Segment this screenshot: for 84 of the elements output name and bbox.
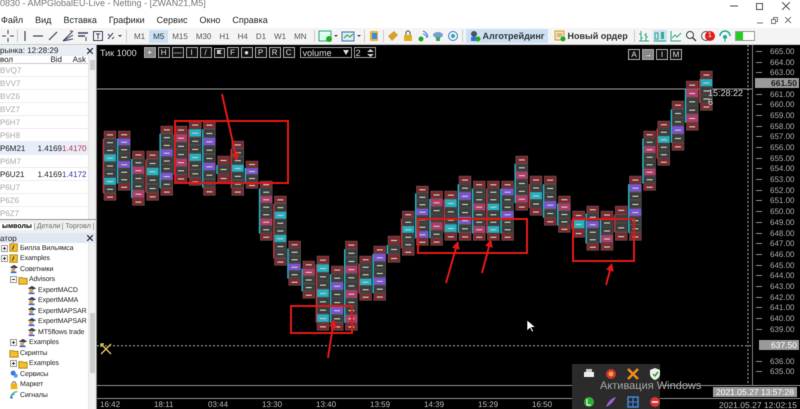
price-label: 649.00 (770, 218, 794, 227)
price-label: 636.00 (770, 356, 794, 366)
price-label: 661.00 (770, 90, 794, 99)
timeframe-button[interactable]: H4 (234, 30, 252, 42)
tool-button[interactable]: F (226, 47, 239, 58)
tool-button[interactable]: P (254, 47, 267, 58)
price-label: 643.00 (770, 282, 794, 291)
algo-trading-button[interactable]: Алготрейдинг (466, 29, 548, 43)
timeframe-button[interactable]: M15 (168, 30, 192, 42)
price-label: 642.00 (770, 292, 794, 302)
price-label: 656.00 (770, 143, 794, 152)
tool-button[interactable]: + (144, 47, 156, 58)
timeframe-button[interactable]: M30 (192, 30, 216, 42)
time-label: 15:29 (478, 400, 500, 409)
tool-button[interactable]: — (172, 47, 184, 58)
time-label: 13:40 (316, 400, 338, 409)
time-label: 14:39 (424, 400, 446, 409)
time-label: 16:42 (100, 400, 122, 409)
time-label: 03:44 (208, 400, 230, 409)
menu-item[interactable]: Сервис (156, 15, 196, 25)
price-label: 663.00 (770, 68, 794, 78)
time-label: 2021.05.27 12:02:15 (719, 400, 797, 409)
timeframe-button[interactable]: MN (290, 30, 311, 42)
bar-time: 15:28:22 (708, 88, 744, 98)
price-label: 648.00 (770, 228, 794, 238)
corner-button[interactable]: I (656, 49, 668, 60)
time-label: 13:30 (262, 400, 284, 409)
price-label: 664.00 (770, 58, 794, 67)
price-label: 647.00 (770, 239, 794, 248)
menu-item[interactable]: Графики (108, 15, 154, 25)
time-label: 13:59 (370, 400, 392, 409)
tool-button[interactable]: C (282, 47, 295, 58)
current-price-label: 661.50 (755, 78, 799, 88)
price-label: 653.00 (770, 175, 794, 184)
time-label: 18:11 (154, 400, 174, 409)
menu-item[interactable]: Файл (0, 15, 32, 25)
price-label: 645.00 (770, 260, 794, 270)
price-label: 650.00 (770, 207, 794, 216)
price-label: 646.00 (770, 250, 794, 259)
price-label: 658.00 (770, 122, 794, 131)
price-label: 644.00 (770, 271, 794, 280)
menu-item[interactable]: Справка (231, 15, 277, 25)
price-label: 659.00 (770, 110, 794, 120)
symbol-row[interactable]: P6M21 1.41691.4170 (0, 142, 88, 155)
timeframe-button[interactable]: M5 (149, 30, 168, 42)
new-order-button[interactable]: Новый ордер (550, 29, 631, 43)
tool-button[interactable]: R (268, 47, 281, 58)
price-label: 657.00 (770, 132, 794, 142)
corner-button[interactable]: → (642, 49, 654, 60)
tool-button[interactable]: / (200, 47, 212, 58)
menu-item[interactable]: Вид (34, 15, 60, 25)
timeframe-button[interactable]: D1 (252, 30, 270, 42)
corner-button[interactable]: M (670, 49, 682, 60)
tool-button[interactable]: H (158, 47, 170, 58)
mode-dropdown[interactable]: volume (300, 47, 352, 58)
column-header[interactable]: Bid (34, 56, 62, 64)
crosshair-price-label: 637.50 (759, 340, 799, 350)
price-label: 665.00 (770, 46, 794, 56)
time-label: 16:50 (532, 400, 554, 409)
panel-title: атор (0, 234, 17, 242)
price-label: 660.00 (770, 100, 794, 110)
price-label: 640.00 (770, 314, 794, 324)
tool-button[interactable]: ● (240, 47, 253, 58)
corner-button[interactable]: A (628, 49, 640, 60)
price-label: 652.00 (770, 186, 794, 195)
timeframe-button[interactable]: M1 (130, 30, 150, 42)
menu-item[interactable]: Вставка (62, 15, 106, 25)
menu-item[interactable]: Окно (198, 15, 230, 25)
timeframe-button[interactable]: W1 (270, 30, 290, 42)
column-header[interactable]: Ask (62, 56, 86, 64)
price-label: 655.00 (770, 154, 794, 163)
panel-title: рынка: 12:28:29 (0, 46, 58, 55)
timeframe-button[interactable]: H1 (215, 30, 234, 42)
crosshair-time: 2021.05.27 13:57:28 (713, 387, 797, 397)
price-label: 651.00 (770, 196, 794, 206)
step-spinner[interactable]: 2 (354, 47, 376, 58)
price-label: 641.00 (770, 303, 794, 312)
column-header[interactable]: вол (0, 56, 34, 64)
price-label: 654.00 (770, 164, 794, 174)
price-label: 635.00 (770, 367, 794, 376)
price-label: 639.00 (770, 324, 794, 334)
countdown: 6 (708, 97, 714, 107)
bar-type-label: Тик 1000 (100, 48, 137, 58)
tool-button[interactable]: I (186, 47, 198, 58)
